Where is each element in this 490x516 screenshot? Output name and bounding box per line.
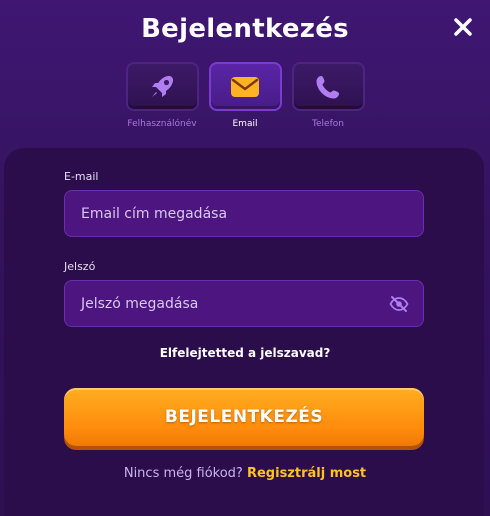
page-title: Bejelentkezés bbox=[141, 14, 349, 44]
tab-email[interactable]: Email bbox=[208, 62, 282, 129]
email-placeholder: Email cím megadása bbox=[81, 205, 228, 222]
tab-username[interactable]: Felhasználónév bbox=[125, 62, 199, 129]
envelope-icon bbox=[231, 76, 259, 97]
login-method-tabs: Felhasználónév Email Telefon bbox=[0, 62, 490, 129]
signup-link[interactable]: Regisztrálj most bbox=[247, 466, 366, 481]
rocket-icon bbox=[152, 75, 174, 97]
email-field[interactable]: Email cím megadása bbox=[64, 190, 424, 237]
login-button[interactable]: BEJELENTKEZÉS bbox=[64, 388, 424, 446]
tab-username-box[interactable] bbox=[125, 62, 199, 111]
tab-username-label: Felhasználónév bbox=[127, 119, 197, 129]
close-icon bbox=[454, 18, 472, 36]
password-placeholder: Jelszó megadása bbox=[81, 295, 199, 312]
password-field[interactable]: Jelszó megadása bbox=[64, 280, 424, 327]
forgot-password-link[interactable]: Elfelejtetted a jelszavad? bbox=[0, 346, 490, 360]
tab-phone-box[interactable] bbox=[291, 62, 365, 111]
email-label: E-mail bbox=[64, 170, 99, 183]
signup-question: Nincs még fiókod? bbox=[123, 466, 243, 481]
phone-icon bbox=[316, 75, 339, 98]
tab-email-label: Email bbox=[232, 119, 258, 129]
signup-row: Nincs még fiókod? Regisztrálj most bbox=[0, 466, 490, 481]
close-button[interactable] bbox=[450, 14, 476, 40]
eye-off-icon[interactable] bbox=[389, 295, 409, 313]
tab-phone[interactable]: Telefon bbox=[291, 62, 365, 129]
tab-phone-label: Telefon bbox=[312, 119, 344, 129]
tab-email-box[interactable] bbox=[208, 62, 282, 111]
password-label: Jelszó bbox=[64, 260, 96, 273]
